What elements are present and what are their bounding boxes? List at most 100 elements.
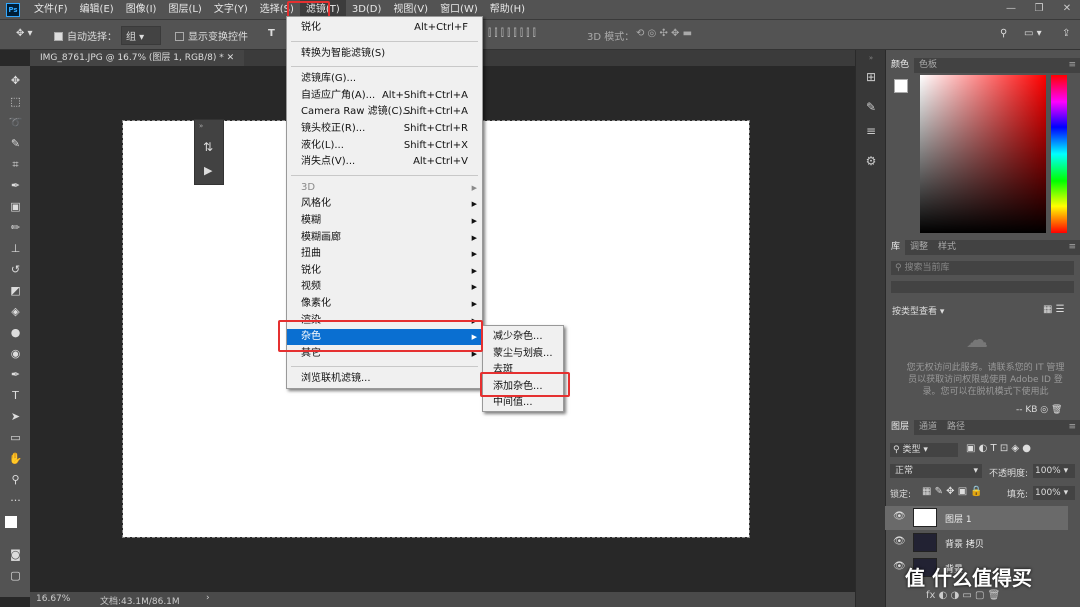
foreground-color-swatch[interactable] (894, 79, 908, 93)
tab-adjustments[interactable]: 调整 (905, 240, 933, 255)
filter-menu-item[interactable]: 视频 ▶ (287, 279, 482, 295)
menu-item[interactable]: 文件(F) (28, 0, 74, 19)
type-tool-icon[interactable]: T (8, 389, 23, 403)
zoom-level[interactable]: 16.67% (36, 594, 70, 604)
filter-menu-item[interactable]: 模糊 ▶ (287, 213, 482, 229)
grid-view-icon[interactable]: ▦ ☰ (1043, 304, 1065, 315)
close-tab-icon[interactable]: ✕ (227, 53, 235, 63)
marquee-tool-icon[interactable]: ⬚ (8, 95, 23, 109)
3d-tool-icons[interactable]: ⟲ ◎ ✣ ✥ ▬ (636, 28, 692, 39)
clone-stamp-icon[interactable]: ⊥ (8, 242, 23, 256)
brush-tool-icon[interactable]: ✏ (8, 221, 23, 235)
blur-tool-icon[interactable]: ● (8, 326, 23, 340)
properties-panel-icon[interactable]: ⚙ (863, 154, 879, 170)
restore-button[interactable]: ❐ (1025, 0, 1053, 19)
filter-menu-item[interactable]: 浏览联机滤镜... (287, 371, 482, 387)
eraser-tool-icon[interactable]: ◩ (8, 284, 23, 298)
eyedropper-tool-icon[interactable]: ✒ (8, 179, 23, 193)
panel-collapse-icon[interactable]: » (199, 122, 203, 130)
visibility-eye-icon[interactable]: 👁 (893, 561, 906, 572)
quick-select-tool-icon[interactable]: ✎ (8, 137, 23, 151)
auto-select-dropdown[interactable]: 组 ▾ (121, 26, 161, 45)
history-icon[interactable]: ⇅ (203, 140, 213, 154)
crop-tool-icon[interactable]: ⌗ (8, 158, 23, 172)
filter-menu-item[interactable]: 锐化 ▶ (287, 263, 482, 279)
workspace-icon[interactable]: ▭ ▾ (1024, 28, 1042, 39)
menu-item[interactable]: 文字(Y) (208, 0, 254, 19)
tab-styles[interactable]: 样式 (933, 240, 961, 255)
menu-item[interactable]: 编辑(E) (74, 0, 120, 19)
status-menu-arrow-icon[interactable]: › (206, 593, 210, 603)
color-picker-field[interactable] (920, 75, 1046, 233)
filter-menu-item[interactable]: 滤镜库(G)... (287, 71, 482, 87)
menu-item[interactable]: 帮助(H) (484, 0, 531, 19)
foreground-color-swatch[interactable] (5, 516, 17, 528)
filter-menu-item[interactable]: 消失点(V)... Alt+Ctrl+V (287, 154, 482, 170)
filter-menu-item[interactable]: 自适应广角(A)... Alt+Shift+Ctrl+A (287, 88, 482, 104)
lasso-tool-icon[interactable]: ➰ (8, 116, 23, 130)
play-icon[interactable]: ▶ (204, 164, 212, 177)
menu-item[interactable]: 图像(I) (120, 0, 163, 19)
show-transform-checkbox[interactable]: 显示变换控件 (175, 28, 248, 43)
panel-menu-icon[interactable]: ≡ (1063, 420, 1080, 435)
share-icon[interactable]: ⇪ (1062, 28, 1070, 39)
filter-menu-item[interactable]: 锐化 Alt+Ctrl+F (287, 20, 482, 36)
history-brush-icon[interactable]: ↺ (8, 263, 23, 277)
library-dropdown[interactable] (891, 281, 1074, 293)
hue-slider[interactable] (1051, 75, 1067, 233)
opacity-input[interactable]: 100% ▾ (1033, 464, 1075, 478)
tab-layers[interactable]: 图层 (886, 420, 915, 435)
layer-kind-filter[interactable]: ⚲ 类型 ▾ (890, 443, 958, 457)
tab-swatches[interactable]: 色板 (914, 58, 942, 73)
collapse-icon[interactable]: » (863, 54, 879, 70)
filter-menu-item[interactable]: 转换为智能滤镜(S) (287, 46, 482, 62)
panel-menu-icon[interactable]: ≡ (1063, 240, 1080, 255)
path-select-icon[interactable]: ➤ (8, 410, 23, 424)
tab-paths[interactable]: 路径 (942, 420, 970, 435)
panel-menu-icon[interactable]: ≡ (1063, 58, 1080, 73)
zoom-tool-icon[interactable]: ⚲ (8, 473, 23, 487)
align-icons[interactable]: ⫿ ⫿ ⫿ ⫿ ⫿ ⫿ ⫿ ⫿ (488, 28, 536, 39)
brush-panel-icon[interactable]: ✎ (863, 100, 879, 116)
tab-channels[interactable]: 通道 (914, 420, 942, 435)
adjust-panel-icon[interactable]: ≡ (863, 124, 879, 140)
visibility-eye-icon[interactable]: 👁 (893, 511, 906, 522)
filter-menu-item[interactable]: 镜头校正(R)... Shift+Ctrl+R (287, 121, 482, 137)
layer-row[interactable]: 👁 图层 1 (885, 506, 1068, 530)
noise-submenu-item[interactable]: 减少杂色... (483, 329, 563, 345)
move-tool-icon[interactable]: ✥ ▾ (16, 28, 33, 39)
close-button[interactable]: ✕ (1053, 0, 1080, 19)
screen-mode-icon[interactable]: ▢ (8, 569, 23, 583)
filter-menu-item[interactable]: 扭曲 ▶ (287, 246, 482, 262)
layer-actions-icons[interactable]: fx ◐ ◑ ▭ ▢ 🗑 (926, 590, 1000, 601)
filter-menu-item[interactable]: 像素化 ▶ (287, 296, 482, 312)
filter-menu-item[interactable]: Camera Raw 滤镜(C)... Shift+Ctrl+A (287, 104, 482, 120)
library-search-input[interactable]: ⚲ 搜索当前库 (891, 261, 1074, 275)
history-panel-icon[interactable]: ⊞ (863, 70, 879, 86)
filter-menu-item[interactable]: 模糊画廊 ▶ (287, 230, 482, 246)
quick-mask-icon[interactable]: ◙ (8, 548, 23, 562)
menu-item[interactable]: 图层(L) (162, 0, 207, 19)
rectangle-tool-icon[interactable]: ▭ (8, 431, 23, 445)
view-by-type[interactable]: 按类型查看 ▾ (892, 304, 944, 317)
layer-row[interactable]: 👁 背景 拷贝 (885, 531, 1068, 555)
lock-icons[interactable]: ▦ ✎ ✥ ▣ 🔒 (922, 486, 983, 497)
noise-submenu-item[interactable]: 蒙尘与划痕... (483, 346, 563, 362)
paint-bucket-icon[interactable]: ◈ (8, 305, 23, 319)
hand-tool-icon[interactable]: ✋ (8, 452, 23, 466)
more-tools-icon[interactable]: ··· (8, 494, 23, 508)
fill-input[interactable]: 100% ▾ (1033, 486, 1075, 500)
search-icon[interactable]: ⚲ (1000, 28, 1007, 39)
tab-color[interactable]: 颜色 (886, 58, 915, 73)
tab-libraries[interactable]: 库 (886, 240, 906, 255)
visibility-eye-icon[interactable]: 👁 (893, 536, 906, 547)
healing-brush-icon[interactable]: ▣ (8, 200, 23, 214)
blend-mode-dropdown[interactable]: 正常 ▾ (890, 464, 982, 478)
noise-submenu-item[interactable]: 中间值... (483, 395, 563, 411)
filter-menu-item[interactable]: 风格化 ▶ (287, 196, 482, 212)
move-tool-icon[interactable]: ✥ (8, 74, 23, 88)
filter-menu-item[interactable]: 液化(L)... Shift+Ctrl+X (287, 138, 482, 154)
align-top-icon[interactable]: T (268, 28, 275, 39)
minimize-button[interactable]: — (997, 0, 1025, 19)
auto-select-checkbox[interactable]: 自动选择： (54, 28, 117, 43)
